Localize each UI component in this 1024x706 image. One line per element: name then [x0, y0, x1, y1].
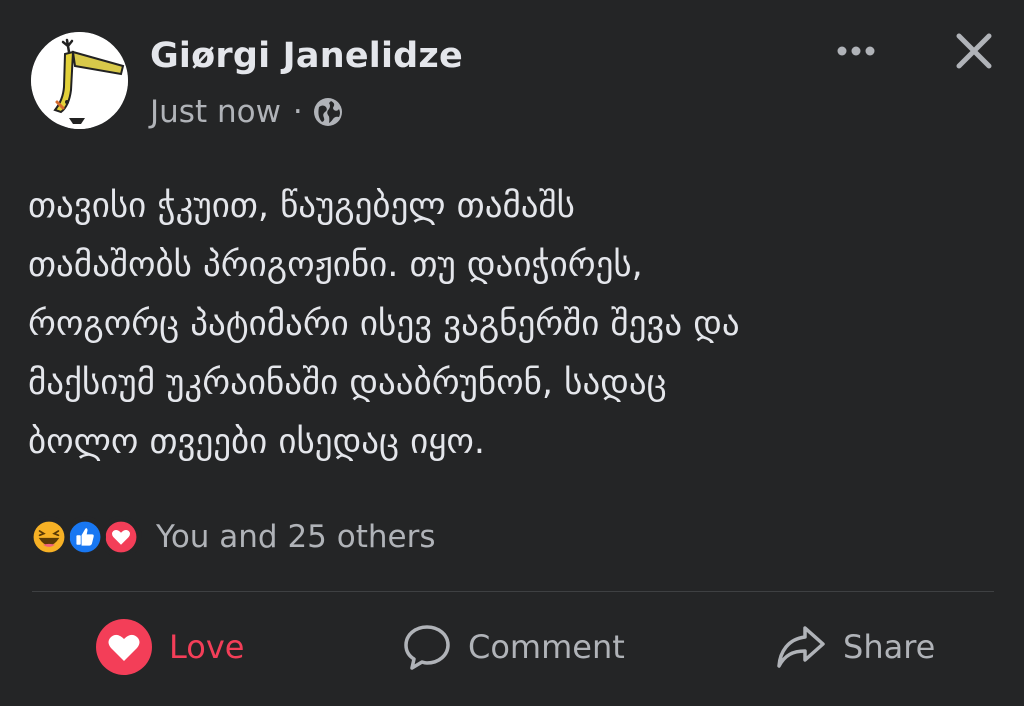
avatar-image: [31, 32, 128, 129]
post-meta: Just now ·: [150, 94, 343, 130]
share-arrow-icon: [777, 626, 825, 668]
share-label: Share: [843, 628, 936, 666]
meta-separator: ·: [292, 94, 303, 130]
like-reaction-icon: [64, 516, 106, 558]
love-heart-icon: [96, 619, 152, 675]
share-button[interactable]: Share: [775, 614, 935, 680]
more-dots-icon: [837, 46, 875, 56]
love-button[interactable]: Love: [95, 614, 244, 680]
close-button[interactable]: [953, 30, 995, 72]
post-time[interactable]: Just now: [150, 94, 281, 130]
author-name[interactable]: Giørgi Janelidze: [150, 36, 463, 76]
close-icon: [956, 33, 992, 69]
comment-bubble-icon: [404, 625, 450, 670]
love-reaction-icon: [100, 516, 142, 558]
reactions-count: You and 25 others: [156, 519, 436, 555]
globe-icon[interactable]: [313, 97, 343, 127]
comment-label: Comment: [468, 628, 625, 666]
comment-button[interactable]: Comment: [402, 614, 625, 680]
reactions-summary[interactable]: You and 25 others: [28, 515, 436, 559]
divider: [32, 591, 994, 592]
love-label: Love: [169, 628, 245, 666]
haha-reaction-icon: [28, 516, 70, 558]
more-options-button[interactable]: [832, 40, 882, 62]
avatar[interactable]: [31, 32, 128, 129]
post-card: Giørgi Janelidze Just now · თავისი ჭკუით…: [0, 0, 1024, 706]
post-text: თავისი ჭკუით, წაუგებელ თამაშს თამაშობს პ…: [28, 186, 740, 462]
